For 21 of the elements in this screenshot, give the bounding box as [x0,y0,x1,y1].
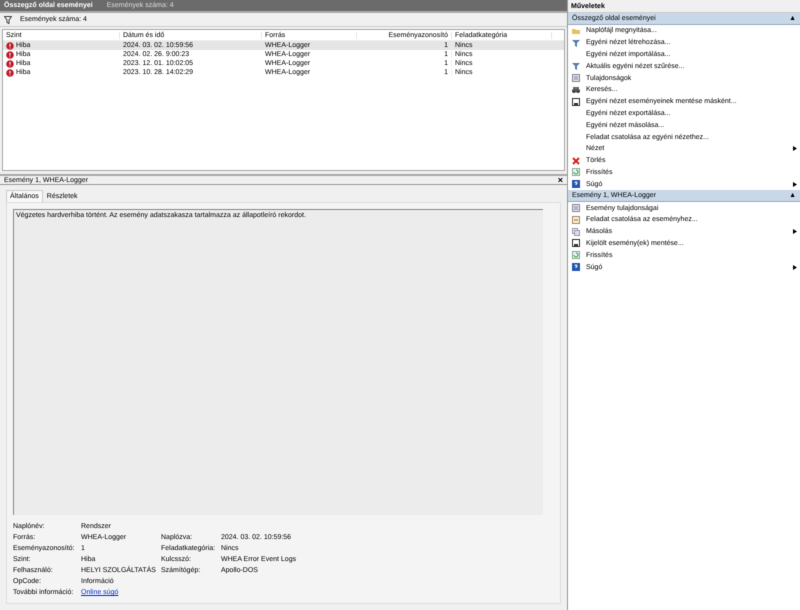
submenu-arrow-icon [793,146,797,152]
close-button[interactable]: × [558,176,563,184]
copy-icon [572,228,580,236]
submenu-arrow-icon [793,264,797,270]
binoculars-icon [572,86,580,94]
delete-icon [572,156,580,165]
properties-icon [572,74,580,82]
refresh-icon [572,251,580,260]
help-icon [572,180,580,188]
filter-icon[interactable] [4,16,12,24]
properties-icon [572,204,580,212]
task-icon [572,216,580,224]
folder-icon [572,26,580,35]
submenu-arrow-icon [793,229,797,234]
help-icon [572,263,580,272]
save-icon [572,98,580,106]
refresh-icon [572,168,580,176]
filter-icon [572,38,580,47]
filter-icon [572,62,580,70]
submenu-arrow-icon [793,182,797,187]
save-icon [572,239,580,248]
